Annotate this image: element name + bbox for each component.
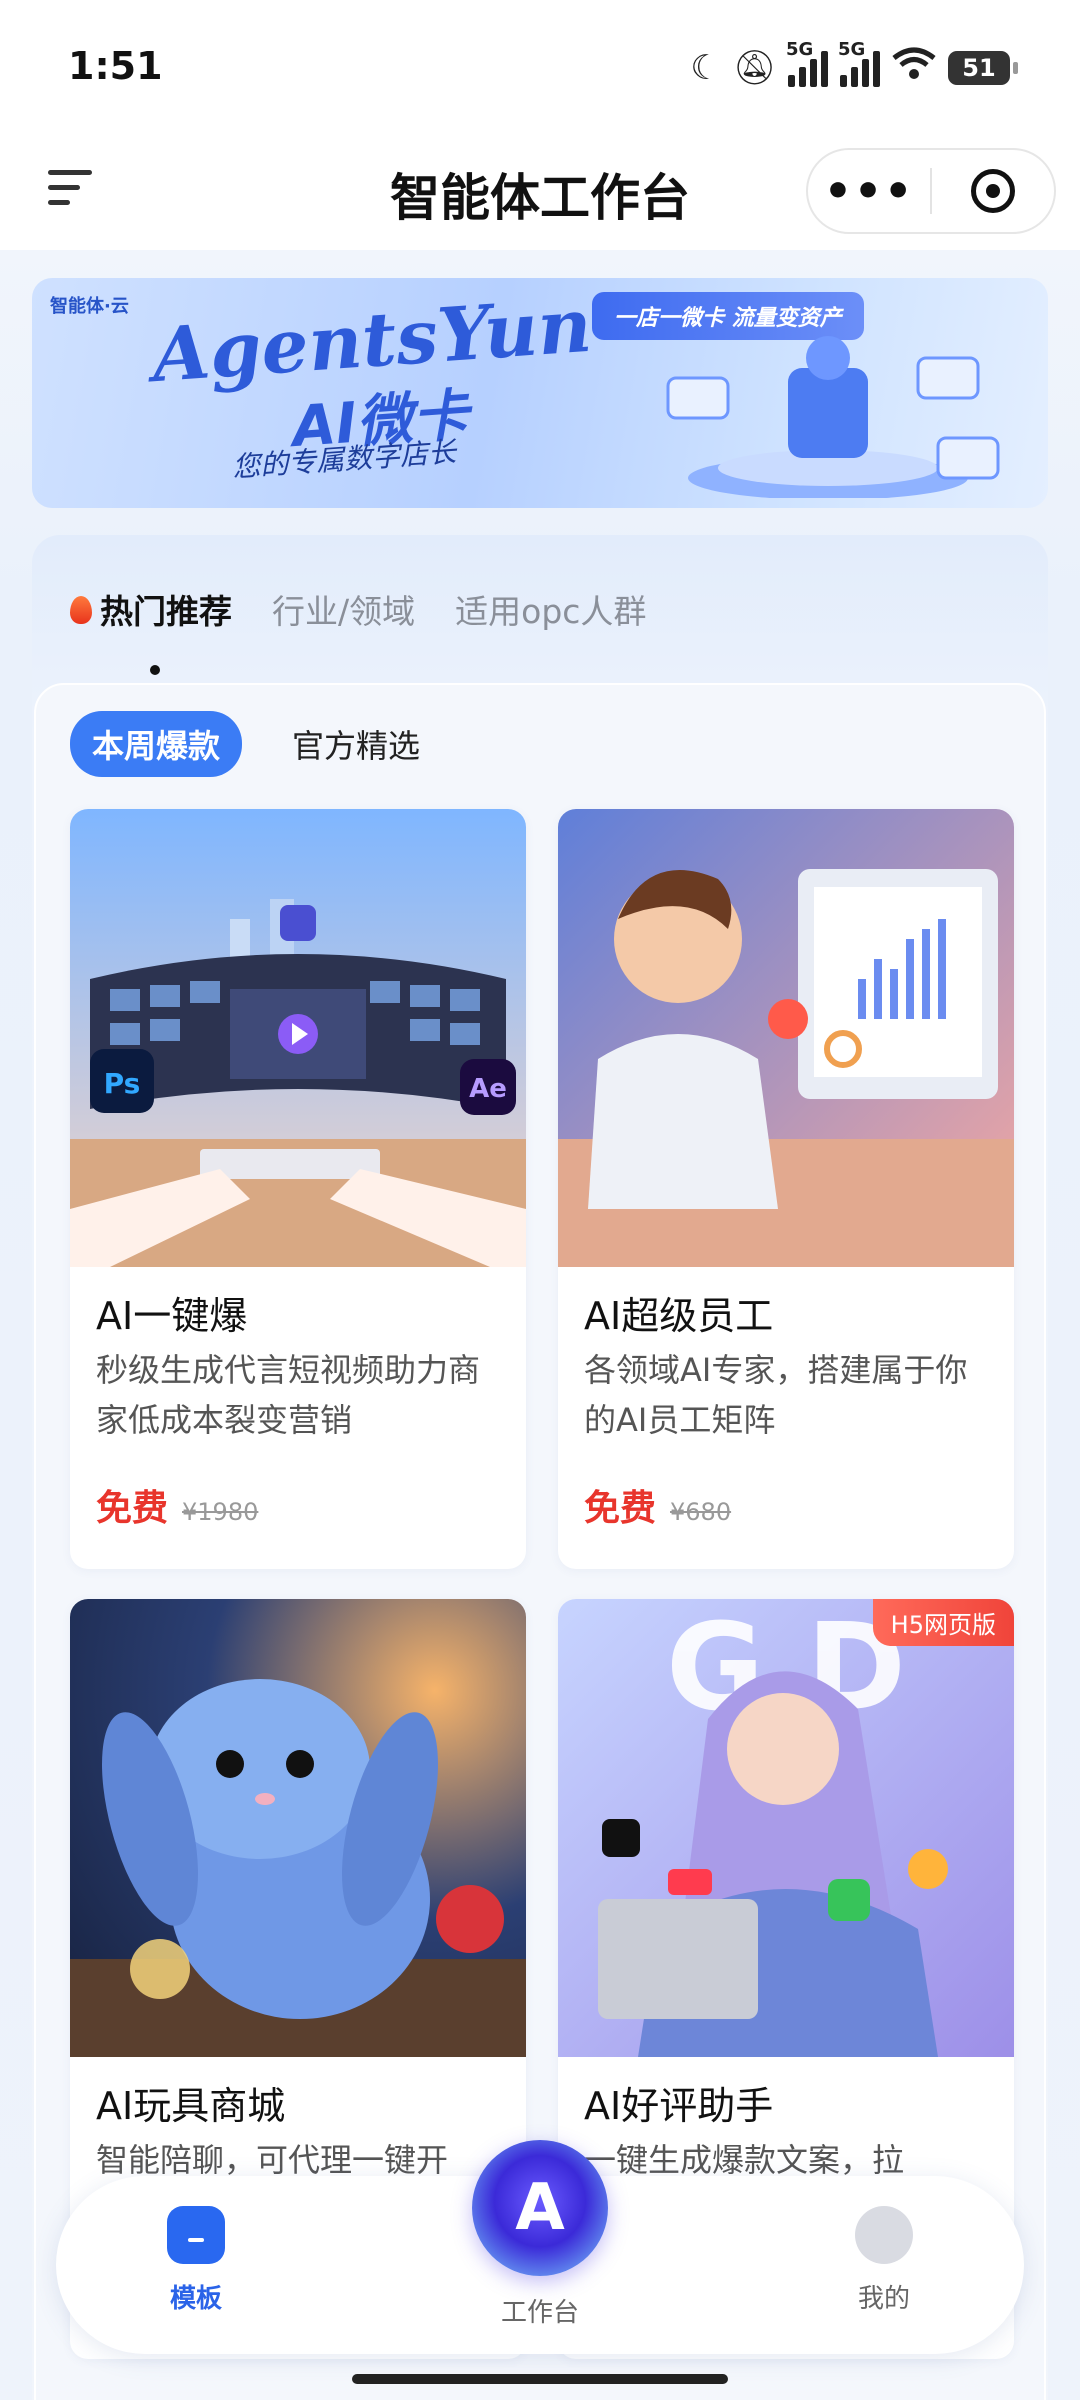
app-page: 1:51 ☾ 🔕︎ 5G 5G 51 智能体工作台 ••• 智能体·云 Agen… xyxy=(0,0,1080,2400)
original-price: ¥680 xyxy=(670,1498,732,1526)
tab-industry[interactable]: 行业/领域 xyxy=(272,585,415,633)
product-image xyxy=(558,809,1014,1267)
product-name: AI一键爆 xyxy=(96,1294,248,1338)
status-bar: 1:51 ☾ 🔕︎ 5G 5G 51 xyxy=(0,0,1080,130)
product-image xyxy=(70,1599,526,2057)
nav-label: 我的 xyxy=(857,2284,910,2314)
profile-icon xyxy=(855,2206,913,2264)
product-description: 秒级生成代言短视频助力商家低成本裂变营销 xyxy=(96,1351,481,1439)
close-target-icon[interactable] xyxy=(932,169,1054,213)
product-image: Ps Ae xyxy=(70,809,526,1267)
price-free: 免费 xyxy=(584,1488,657,1529)
product-name: AI好评助手 xyxy=(584,2084,774,2128)
mute-icon: 🔕︎ xyxy=(732,47,776,88)
price-row: 免费 ¥1980 xyxy=(96,1479,258,1531)
product-image: G D H5网页版 xyxy=(558,1599,1014,2057)
subtab-official-picks[interactable]: 官方精选 xyxy=(270,711,442,777)
moon-icon: ☾ xyxy=(690,47,721,88)
status-time: 1:51 xyxy=(68,44,163,88)
price-free: 免费 xyxy=(96,1488,169,1529)
top-nav: 智能体工作台 ••• xyxy=(0,130,1080,250)
original-price: ¥1980 xyxy=(182,1498,259,1526)
banner-tagline: 您的专属数字店长 xyxy=(231,435,457,484)
tab-hot[interactable]: 热门推荐 xyxy=(68,585,232,633)
product-card[interactable]: Ps Ae AI一键爆 秒级生成代言短视频助力商家低成本裂变营销 免费 ¥198… xyxy=(70,809,526,1569)
product-description: 各领域AI专家，搭建属于你的AI员工矩阵 xyxy=(584,1351,968,1439)
product-name: AI超级员工 xyxy=(584,1294,774,1338)
svg-text:Ps: Ps xyxy=(104,1067,141,1100)
banner-illustration xyxy=(666,336,1000,498)
status-icons: ☾ 🔕︎ 5G 5G 51 xyxy=(690,39,1018,89)
h5-badge: H5网页版 xyxy=(872,1599,1014,1646)
wifi-icon xyxy=(892,46,936,89)
signal-icon: 5G xyxy=(786,39,828,87)
flame-icon xyxy=(68,592,94,626)
subtab-weekly-hot[interactable]: 本周爆款 xyxy=(70,711,243,777)
home-indicator xyxy=(352,2374,728,2384)
tab-opc-audience[interactable]: 适用opc人群 xyxy=(455,585,646,633)
promo-banner[interactable]: 智能体·云 AgentsYun AI微卡 您的专属数字店长 一店一微卡 流量变资… xyxy=(32,278,1048,508)
nav-workbench-label[interactable]: 工作台 xyxy=(440,2292,640,2329)
svg-text:Ae: Ae xyxy=(469,1074,507,1104)
category-tabs: 热门推荐 行业/领域 适用opc人群 xyxy=(68,585,646,633)
content-panel: 热门推荐 行业/领域 适用opc人群 本周爆款 官方精选 Ps Ae AI一键爆… xyxy=(32,535,1048,2400)
nav-label: 模板 xyxy=(169,2284,222,2314)
mini-program-capsule: ••• xyxy=(806,148,1056,234)
banner-logo: 智能体·云 xyxy=(50,296,129,317)
product-card[interactable]: AI超级员工 各领域AI专家，搭建属于你的AI员工矩阵 免费 ¥680 xyxy=(558,809,1014,1569)
battery-icon: 51 xyxy=(948,50,1018,85)
workbench-logo-icon[interactable]: A xyxy=(472,2140,608,2276)
sub-tabs: 本周爆款 官方精选 xyxy=(70,711,442,777)
product-name: AI玩具商城 xyxy=(96,2084,286,2128)
template-icon xyxy=(167,2206,225,2264)
more-dots-icon[interactable]: ••• xyxy=(808,166,930,217)
price-row: 免费 ¥680 xyxy=(584,1479,731,1531)
active-tab-indicator xyxy=(150,665,160,675)
signal-icon: 5G xyxy=(838,39,880,87)
nav-profile[interactable]: 我的 xyxy=(804,2206,964,2315)
nav-templates[interactable]: 模板 xyxy=(116,2206,276,2315)
tab-label: 热门推荐 xyxy=(100,592,232,631)
